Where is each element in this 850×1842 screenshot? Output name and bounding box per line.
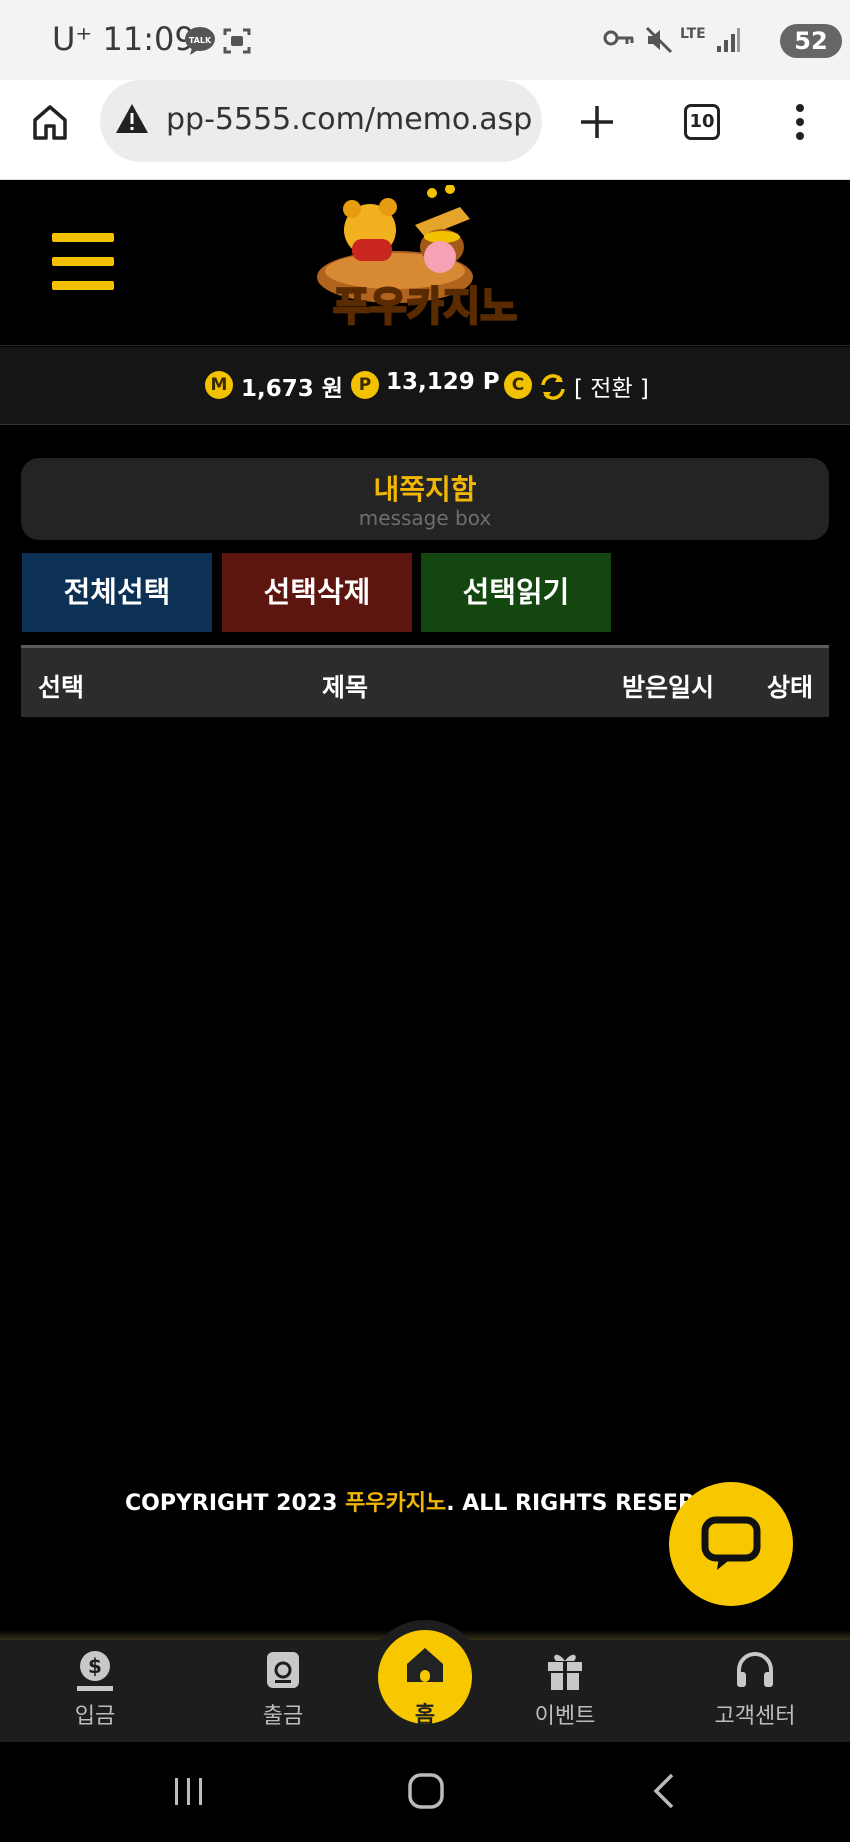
convert-coin-icon: C xyxy=(504,371,532,399)
recent-apps-icon[interactable] xyxy=(172,1774,206,1808)
system-home-icon[interactable] xyxy=(407,1772,445,1810)
carrier-label: U⁺ xyxy=(52,20,93,58)
refresh-icon[interactable] xyxy=(538,372,568,402)
talk-icon: TALK xyxy=(185,27,215,55)
column-status: 상태 xyxy=(767,673,814,702)
browser-toolbar: pp-5555.com/memo.asp 10 xyxy=(0,80,850,180)
nav-label-home: 홈 xyxy=(414,1703,436,1728)
battery-indicator: 52 xyxy=(780,24,842,58)
url-text[interactable]: pp-5555.com/memo.asp xyxy=(166,102,532,137)
logo-text: 푸우카지노 xyxy=(333,284,517,330)
nav-label-support: 고객센터 xyxy=(714,1704,796,1729)
convert-button[interactable]: [ 전환 ] xyxy=(574,369,649,403)
tab-switcher-button[interactable]: 10 xyxy=(684,104,720,140)
menu-bar xyxy=(52,257,114,266)
svg-text:TALK: TALK xyxy=(189,36,212,45)
back-icon[interactable] xyxy=(650,1772,678,1810)
gift-icon xyxy=(548,1654,582,1690)
money-coin-icon: M xyxy=(205,371,233,399)
svg-text:$: $ xyxy=(88,1654,102,1678)
screenshot-icon xyxy=(223,28,251,54)
withdraw-icon xyxy=(267,1652,299,1688)
deposit-icon: $ xyxy=(77,1651,113,1691)
chat-bubble-icon xyxy=(701,1516,761,1570)
read-selected-button[interactable]: 선택읽기 xyxy=(421,553,611,632)
nav-label-deposit: 입금 xyxy=(74,1704,116,1729)
menu-button[interactable] xyxy=(52,233,114,291)
page-subtitle: message box xyxy=(358,506,492,530)
home-icon xyxy=(407,1648,443,1682)
system-navigation-bar xyxy=(0,1742,850,1842)
point-coin-icon: P xyxy=(351,371,379,399)
copyright-prefix: COPYRIGHT 2023 xyxy=(125,1491,346,1516)
chat-button[interactable] xyxy=(669,1482,793,1606)
table-header: 선택 제목 받은일시 상태 xyxy=(21,645,829,717)
status-time: U⁺ 11:09 xyxy=(52,20,195,58)
balance-bar: M 1,673 원 P 13,129 P C [ 전환 ] xyxy=(0,347,850,425)
money-balance: 1,673 원 xyxy=(241,376,343,402)
nav-withdraw[interactable]: 출금 xyxy=(218,1640,348,1742)
headset-icon xyxy=(737,1652,773,1687)
nav-support[interactable]: 고객센터 xyxy=(690,1640,820,1742)
site-header: 푸우카지노 xyxy=(0,181,850,346)
point-balance: 13,129 P xyxy=(386,369,500,395)
copyright-text: COPYRIGHT 2023 푸우카지노. ALL RIGHTS RESERVE… xyxy=(125,1485,745,1517)
mute-icon xyxy=(645,26,673,54)
menu-bar xyxy=(52,233,114,242)
page-title: 내쪽지함 xyxy=(373,473,477,506)
new-tab-icon[interactable] xyxy=(579,104,615,140)
column-received-date: 받은일시 xyxy=(622,673,715,702)
select-all-button[interactable]: 전체선택 xyxy=(22,553,212,632)
status-bar: U⁺ 11:09 TALK LTE 52 xyxy=(0,0,850,80)
nav-label-event: 이벤트 xyxy=(534,1704,596,1729)
signal-icon xyxy=(717,28,740,52)
site-logo[interactable]: 푸우카지노 xyxy=(300,185,550,335)
clock-label: 11:09 xyxy=(102,20,195,58)
nav-event[interactable]: 이벤트 xyxy=(500,1640,630,1742)
nav-label-withdraw: 출금 xyxy=(262,1704,304,1729)
menu-bar xyxy=(52,281,114,290)
address-bar[interactable]: pp-5555.com/memo.asp xyxy=(100,80,542,162)
vpn-key-icon xyxy=(603,30,634,46)
message-box-header: 내쪽지함 message box xyxy=(21,458,829,540)
network-type: LTE xyxy=(680,26,706,42)
column-select: 선택 xyxy=(38,673,85,702)
browser-home-icon[interactable] xyxy=(30,102,70,142)
column-title: 제목 xyxy=(322,673,369,702)
copyright-brand: 푸우카지노 xyxy=(345,1491,447,1516)
nav-deposit[interactable]: $ 입금 xyxy=(30,1640,160,1742)
delete-selected-button[interactable]: 선택삭제 xyxy=(222,553,412,632)
warning-icon[interactable] xyxy=(114,102,150,136)
more-options-icon[interactable] xyxy=(790,102,810,142)
